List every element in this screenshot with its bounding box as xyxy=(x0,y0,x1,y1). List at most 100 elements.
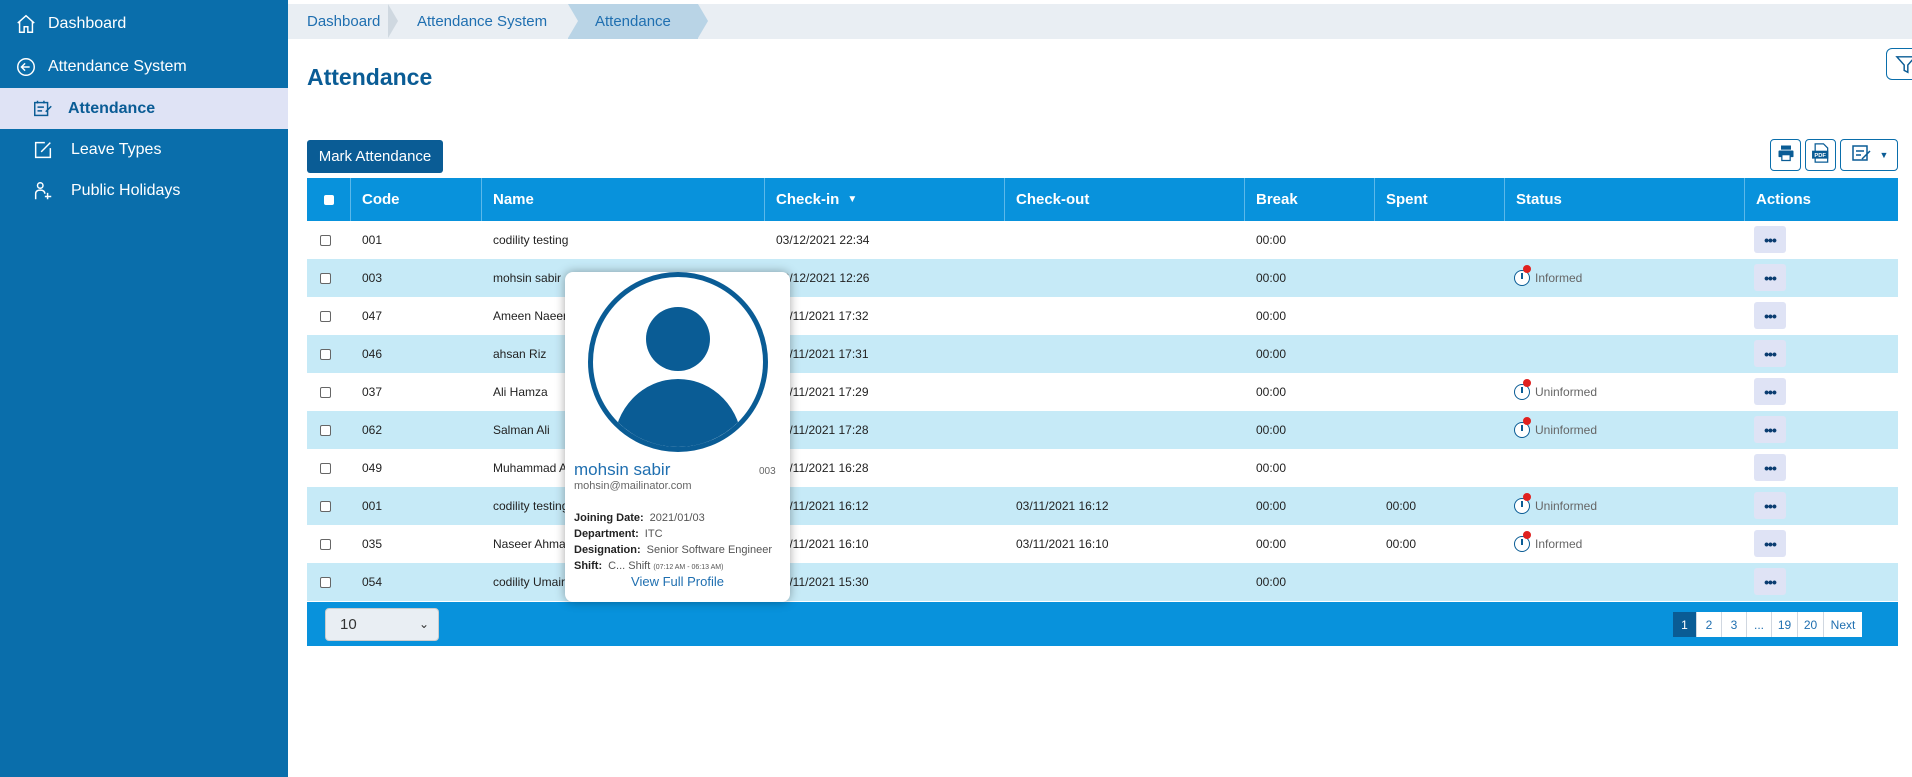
pdf-button[interactable]: PDF xyxy=(1805,139,1836,171)
sidebar-item-leave-types[interactable]: Leave Types xyxy=(0,130,288,170)
filter-button[interactable] xyxy=(1886,48,1912,80)
table-row[interactable]: 003 mohsin sabir 03/12/2021 12:26 00:00 Info… xyxy=(307,259,1898,297)
table-row[interactable]: 054 codility Umair 03/11/2021 15:30 00:00 ••… xyxy=(307,563,1898,601)
column-header-break[interactable]: Break xyxy=(1244,178,1374,221)
page-button-19[interactable]: 19 xyxy=(1772,612,1798,637)
print-button[interactable] xyxy=(1770,139,1801,171)
breadcrumb-separator xyxy=(568,4,578,38)
page-button-3[interactable]: 3 xyxy=(1722,612,1747,637)
table-row[interactable]: 046 ahsan Riz 03/11/2021 17:31 00:00 ••• xyxy=(307,335,1898,373)
cell-code: 001 xyxy=(362,499,383,513)
row-actions-button[interactable]: ••• xyxy=(1754,378,1786,405)
svg-text:PDF: PDF xyxy=(1814,153,1826,159)
profile-joining-date: Joining Date: 2021/01/03 xyxy=(574,512,705,524)
column-header-code[interactable]: Code xyxy=(350,178,481,221)
row-actions-button[interactable]: ••• xyxy=(1754,454,1786,481)
row-checkbox[interactable] xyxy=(320,310,331,322)
row-actions-button[interactable]: ••• xyxy=(1754,302,1786,329)
sidebar-item-attendance[interactable]: Attendance xyxy=(0,88,288,129)
next-page-button[interactable]: Next xyxy=(1824,612,1862,637)
row-actions-button[interactable]: ••• xyxy=(1754,530,1786,557)
column-header-checkout[interactable]: Check-out xyxy=(1004,178,1244,221)
row-select-cell xyxy=(320,563,331,601)
column-header-status[interactable]: Status xyxy=(1504,178,1744,221)
select-all-cell xyxy=(307,178,350,221)
row-select-cell xyxy=(320,221,331,259)
row-actions-button[interactable]: ••• xyxy=(1754,492,1786,519)
sidebar-item-attendance-system[interactable]: Attendance System xyxy=(0,47,288,87)
row-checkbox[interactable] xyxy=(320,538,331,550)
row-checkbox[interactable] xyxy=(320,272,331,284)
row-checkbox[interactable] xyxy=(320,386,331,398)
cell-code: 049 xyxy=(362,461,383,475)
table-row[interactable]: 035 Naseer Ahmad 03/11/2021 16:10 03/11/202… xyxy=(307,525,1898,563)
row-select-cell xyxy=(320,449,331,487)
sidebar-item-label: Public Holidays xyxy=(71,182,181,199)
select-all-checkbox[interactable] xyxy=(323,194,334,205)
page-button-20[interactable]: 20 xyxy=(1798,612,1824,637)
filter-icon xyxy=(1895,55,1912,80)
status-label: Informed xyxy=(1535,271,1583,285)
profile-shift: Shift: C... Shift (07:12 AM - 06:13 AM) xyxy=(574,560,723,572)
table-row[interactable]: 062 Salman Ali 03/11/2021 17:28 00:00 Uninfo… xyxy=(307,411,1898,449)
row-actions-button[interactable]: ••• xyxy=(1754,226,1786,253)
sort-desc-icon: ▼ xyxy=(847,194,858,205)
row-checkbox[interactable] xyxy=(320,576,331,588)
status-label: Uninformed xyxy=(1535,385,1598,399)
column-header-name[interactable]: Name xyxy=(481,178,764,221)
cell-name: codility testing xyxy=(493,233,569,247)
column-header-actions: Actions xyxy=(1744,178,1898,221)
table-row[interactable]: 047 Ameen Naeem 03/11/2021 17:32 00:00 ••• xyxy=(307,297,1898,335)
cell-checkout: 03/11/2021 16:12 xyxy=(1016,499,1109,513)
page-button-2[interactable]: 2 xyxy=(1697,612,1722,637)
cell-break: 00:00 xyxy=(1256,309,1287,323)
cell-checkin: 03/12/2021 22:34 xyxy=(776,233,870,247)
cell-name: Salman Ali xyxy=(493,423,550,437)
sidebar-item-public-holidays[interactable]: Public Holidays xyxy=(0,171,288,211)
table-row[interactable]: 001 codility testing 03/12/2021 22:34 00:00… xyxy=(307,221,1898,259)
row-actions-button[interactable]: ••• xyxy=(1754,568,1786,595)
status-badge: Informed xyxy=(1514,525,1582,563)
cell-code: 003 xyxy=(362,271,383,285)
breadcrumb-label: Dashboard xyxy=(307,13,381,30)
export-dropdown-button[interactable]: ▼ xyxy=(1840,139,1898,171)
row-select-cell xyxy=(320,259,331,297)
row-checkbox[interactable] xyxy=(320,462,331,474)
table-row[interactable]: 049 Muhammad A 03/11/2021 16:28 00:00 ••• xyxy=(307,449,1898,487)
field-value: C... Shift xyxy=(608,560,651,572)
cell-name: codility testing xyxy=(493,499,569,513)
status-badge: Uninformed xyxy=(1514,373,1597,411)
row-checkbox[interactable] xyxy=(320,424,331,436)
row-actions-button[interactable]: ••• xyxy=(1754,416,1786,443)
table-row[interactable]: 001 codility testing 03/11/2021 16:12 03/11… xyxy=(307,487,1898,525)
clock-icon xyxy=(1514,417,1531,438)
profile-name[interactable]: mohsin sabir xyxy=(574,460,670,480)
sidebar-item-dashboard[interactable]: Dashboard xyxy=(0,4,288,44)
page-button-1[interactable]: 1 xyxy=(1673,612,1697,637)
cell-code: 062 xyxy=(362,423,383,437)
column-header-checkin[interactable]: Check-in ▼ xyxy=(764,178,1004,221)
breadcrumb-dashboard[interactable]: Dashboard xyxy=(288,4,388,39)
row-checkbox[interactable] xyxy=(320,500,331,512)
print-icon xyxy=(1776,143,1796,168)
row-checkbox[interactable] xyxy=(320,234,331,246)
breadcrumb-separator xyxy=(388,4,398,38)
pdf-icon: PDF xyxy=(1811,142,1831,169)
status-label: Uninformed xyxy=(1535,499,1598,513)
row-actions-button[interactable]: ••• xyxy=(1754,264,1786,291)
table-footer: 10 ⌄ 1 2 3 ... 19 20 Next xyxy=(307,602,1898,646)
cell-code: 037 xyxy=(362,385,383,399)
cell-break: 00:00 xyxy=(1256,575,1287,589)
cell-name: Muhammad A xyxy=(493,461,568,475)
row-select-cell xyxy=(320,411,331,449)
mark-attendance-button[interactable]: Mark Attendance xyxy=(307,140,443,173)
column-header-spent[interactable]: Spent xyxy=(1374,178,1504,221)
row-actions-button[interactable]: ••• xyxy=(1754,340,1786,367)
page-size-select[interactable]: 10 ⌄ xyxy=(325,608,439,641)
view-full-profile-link[interactable]: View Full Profile xyxy=(565,574,790,589)
table-row[interactable]: 037 Ali Hamza 03/11/2021 17:29 00:00 Uninfor… xyxy=(307,373,1898,411)
row-select-cell xyxy=(320,297,331,335)
avatar xyxy=(588,272,768,452)
breadcrumb-attendance-system[interactable]: Attendance System xyxy=(398,4,568,39)
row-checkbox[interactable] xyxy=(320,348,331,360)
